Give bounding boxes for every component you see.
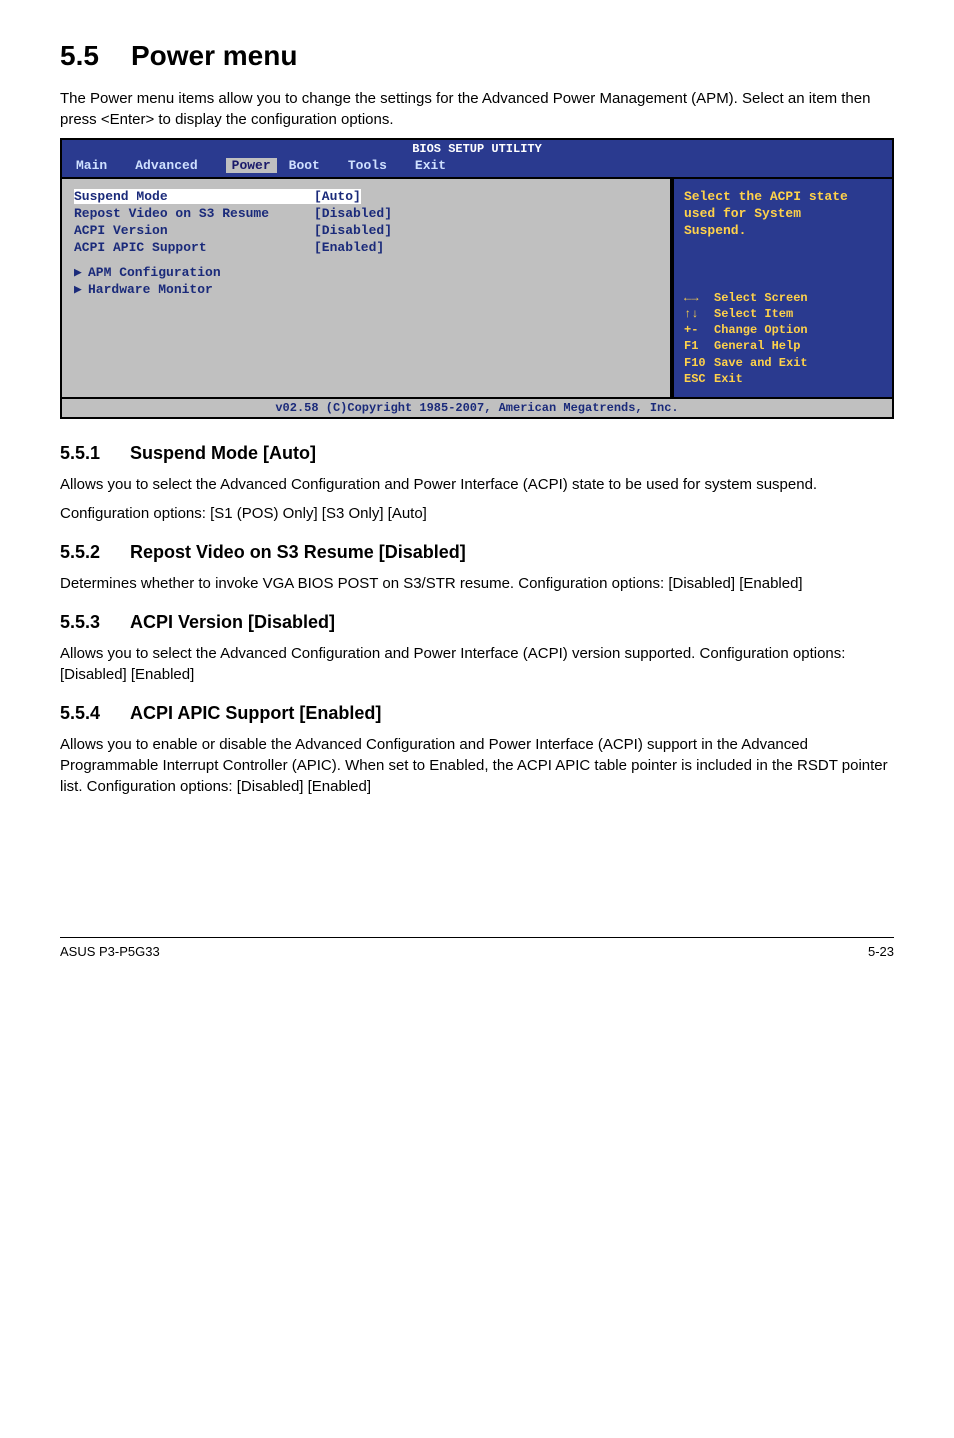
subsection-title: Suspend Mode [Auto] (130, 443, 316, 463)
tab-main[interactable]: Main (76, 158, 123, 173)
option-suspend-mode[interactable]: Suspend Mode [Auto] (74, 189, 658, 204)
paragraph: Determines whether to invoke VGA BIOS PO… (60, 573, 894, 594)
subsection-number: 5.5.2 (60, 542, 130, 563)
option-label: Suspend Mode (74, 189, 314, 204)
subsection-heading-554: 5.5.4ACPI APIC Support [Enabled] (60, 703, 894, 724)
subsection-title: ACPI Version [Disabled] (130, 612, 335, 632)
paragraph: Allows you to select the Advanced Config… (60, 474, 894, 495)
arrows-horizontal-icon: ←→ (684, 290, 714, 306)
tab-power[interactable]: Power (226, 158, 277, 173)
section-number: 5.5 (60, 40, 99, 71)
key-legend: ←→Select Screen ↑↓Select Item +-Change O… (684, 290, 882, 387)
bios-tab-bar: Main Advanced Power Boot Tools Exit (62, 158, 892, 177)
legend-label: Select Item (714, 307, 793, 321)
tab-boot[interactable]: Boot (289, 158, 336, 173)
legend-row: ↑↓Select Item (684, 306, 882, 322)
footer-right: 5-23 (868, 944, 894, 959)
option-value: [Disabled] (314, 206, 392, 221)
legend-label: Save and Exit (714, 356, 808, 370)
subsection-heading-551: 5.5.1Suspend Mode [Auto] (60, 443, 894, 464)
subsection-title: Repost Video on S3 Resume [Disabled] (130, 542, 466, 562)
page-footer: ASUS P3-P5G33 5-23 (60, 937, 894, 959)
subsection-number: 5.5.3 (60, 612, 130, 633)
bios-options-panel: Suspend Mode [Auto] Repost Video on S3 R… (62, 177, 672, 397)
help-line: used for System (684, 206, 882, 223)
bios-body: Suspend Mode [Auto] Repost Video on S3 R… (62, 177, 892, 397)
section-heading: 5.5 Power menu (60, 40, 894, 72)
paragraph: Allows you to select the Advanced Config… (60, 643, 894, 685)
option-acpi-apic-support[interactable]: ACPI APIC Support [Enabled] (74, 240, 658, 255)
paragraph: Configuration options: [S1 (POS) Only] [… (60, 503, 894, 524)
subsection-number: 5.5.1 (60, 443, 130, 464)
key-esc: ESC (684, 371, 714, 387)
legend-row: F1General Help (684, 338, 882, 354)
legend-label: Exit (714, 372, 743, 386)
triangle-right-icon: ▶ (74, 265, 88, 280)
option-acpi-version[interactable]: ACPI Version [Disabled] (74, 223, 658, 238)
submenu-apm-configuration[interactable]: ▶ APM Configuration (74, 265, 658, 280)
legend-row: +-Change Option (684, 322, 882, 338)
submenu-label: APM Configuration (88, 265, 221, 280)
key-f10: F10 (684, 355, 714, 371)
option-label: ACPI APIC Support (74, 240, 314, 255)
triangle-right-icon: ▶ (74, 282, 88, 297)
bios-setup-window: BIOS SETUP UTILITY Main Advanced Power B… (60, 138, 894, 419)
tab-advanced[interactable]: Advanced (135, 158, 213, 173)
arrows-vertical-icon: ↑↓ (684, 306, 714, 322)
intro-paragraph: The Power menu items allow you to change… (60, 88, 894, 130)
footer-left: ASUS P3-P5G33 (60, 944, 160, 959)
submenu-label: Hardware Monitor (88, 282, 213, 297)
option-value: [Disabled] (314, 223, 392, 238)
help-line: Select the ACPI state (684, 189, 882, 206)
submenu-group: ▶ APM Configuration ▶ Hardware Monitor (74, 265, 658, 297)
tab-tools[interactable]: Tools (348, 158, 403, 173)
bios-title-bar: BIOS SETUP UTILITY (62, 140, 892, 158)
key-f1: F1 (684, 338, 714, 354)
bios-help-panel: Select the ACPI state used for System Su… (672, 177, 892, 397)
submenu-hardware-monitor[interactable]: ▶ Hardware Monitor (74, 282, 658, 297)
key-plus-minus: +- (684, 322, 714, 338)
option-label: Repost Video on S3 Resume (74, 206, 314, 221)
legend-label: Change Option (714, 323, 808, 337)
paragraph: Allows you to enable or disable the Adva… (60, 734, 894, 797)
help-line: Suspend. (684, 223, 882, 240)
tab-exit[interactable]: Exit (415, 158, 462, 173)
legend-row: ESCExit (684, 371, 882, 387)
section-title-text: Power menu (131, 40, 297, 71)
legend-row: ←→Select Screen (684, 290, 882, 306)
legend-label: Select Screen (714, 291, 808, 305)
option-repost-video[interactable]: Repost Video on S3 Resume [Disabled] (74, 206, 658, 221)
subsection-title: ACPI APIC Support [Enabled] (130, 703, 381, 723)
bios-copyright-footer: v02.58 (C)Copyright 1985-2007, American … (62, 397, 892, 417)
subsection-heading-552: 5.5.2Repost Video on S3 Resume [Disabled… (60, 542, 894, 563)
help-text: Select the ACPI state used for System Su… (684, 189, 882, 240)
option-label: ACPI Version (74, 223, 314, 238)
subsection-heading-553: 5.5.3ACPI Version [Disabled] (60, 612, 894, 633)
legend-row: F10Save and Exit (684, 355, 882, 371)
option-value: [Auto] (314, 189, 361, 204)
subsection-number: 5.5.4 (60, 703, 130, 724)
option-value: [Enabled] (314, 240, 384, 255)
legend-label: General Help (714, 339, 800, 353)
